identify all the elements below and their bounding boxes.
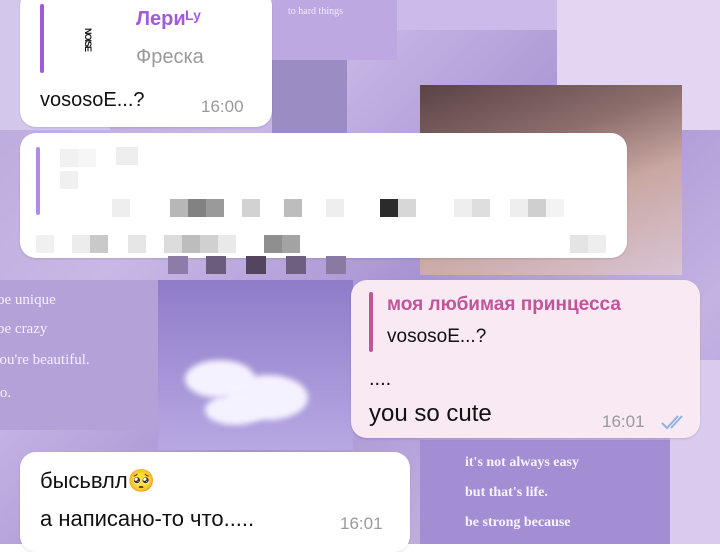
wallpaper-quote-line: be crazy — [0, 321, 48, 337]
pixelated-block — [36, 235, 54, 253]
pixelated-block — [206, 256, 226, 274]
reply-author[interactable]: Лериᴸʸ — [136, 8, 201, 31]
reply-bar — [40, 4, 44, 73]
reply-bar — [36, 147, 40, 215]
pixelated-block — [326, 199, 344, 217]
message-text-line: а написано-то что..... — [40, 506, 255, 531]
wallpaper-quote-line: but that's life. — [465, 485, 548, 500]
pixelated-block — [286, 256, 306, 274]
pixelated-block — [128, 235, 146, 253]
pixelated-block — [546, 199, 564, 217]
pixelated-block — [284, 199, 302, 217]
message-text-line: you so cute — [369, 400, 492, 427]
wallpaper-tile — [272, 60, 347, 140]
pixelated-block — [90, 235, 108, 253]
message-bubble-incoming[interactable]: бысьвлл🥺 а написано-то что..... 16:01 — [20, 452, 410, 552]
message-bubble-incoming[interactable]: NOISE Лериᴸʸ Фреска vososoE...? 16:00 — [20, 0, 272, 127]
pixelated-block — [206, 199, 224, 217]
message-time: 16:01 — [340, 514, 383, 533]
pixelated-block — [164, 235, 182, 253]
reply-text: vososoE...? — [387, 326, 487, 347]
message-bubble-pixelated[interactable] — [20, 133, 627, 258]
message-time: 16:01 — [602, 412, 645, 431]
pixelated-block — [398, 199, 416, 217]
wallpaper-quote-line: you're beautiful. — [0, 352, 90, 368]
reply-sticker-thumbnail: NOISE — [64, 12, 112, 68]
message-bubble-outgoing[interactable]: моя любимая принцесса vososoE...? .... y… — [351, 280, 700, 438]
pixelated-block — [170, 199, 188, 217]
wallpaper-tile — [158, 280, 353, 450]
pixelated-block — [72, 235, 90, 253]
pixelated-block — [200, 235, 218, 253]
pixelated-block — [570, 235, 588, 253]
pixelated-block — [380, 199, 398, 217]
pixelated-block — [60, 171, 78, 189]
pixelated-block — [60, 149, 78, 167]
pixelated-block — [528, 199, 546, 217]
wallpaper-quote-line: be strong because — [465, 515, 571, 530]
pixelated-block — [242, 199, 260, 217]
pixelated-block — [510, 199, 528, 217]
pixelated-block — [182, 235, 200, 253]
pixelated-block — [78, 149, 96, 167]
sticker-text: NOISE — [83, 28, 93, 52]
pixelated-block — [246, 256, 266, 274]
wallpaper-cloud — [205, 395, 265, 425]
message-text: vososoE...? — [40, 89, 145, 111]
pixelated-block — [188, 199, 206, 217]
message-text-line: .... — [369, 368, 392, 390]
read-double-check-icon — [661, 415, 683, 430]
pixelated-block — [326, 256, 346, 274]
pixelated-block — [112, 199, 130, 217]
pixelated-block — [168, 256, 188, 274]
pixelated-block — [588, 235, 606, 253]
pixelated-block — [264, 235, 282, 253]
message-text-line: бысьвлл🥺 — [40, 468, 156, 493]
pixelated-block — [282, 235, 300, 253]
wallpaper-quote-line: so. — [0, 385, 12, 401]
message-time: 16:00 — [201, 97, 244, 116]
wallpaper-caption: to hard things — [288, 6, 343, 17]
reply-author[interactable]: моя любимая принцесса — [387, 294, 621, 316]
wallpaper-tile — [397, 0, 557, 30]
pixelated-block — [454, 199, 472, 217]
pixelated-block — [472, 199, 490, 217]
pixelated-block — [218, 235, 236, 253]
pixelated-block — [116, 147, 138, 165]
wallpaper-quote-line: be unique — [0, 292, 56, 308]
wallpaper-quote-line: it's not always easy — [465, 455, 579, 470]
reply-bar — [369, 292, 373, 352]
reply-subtitle: Фреска — [136, 46, 204, 68]
